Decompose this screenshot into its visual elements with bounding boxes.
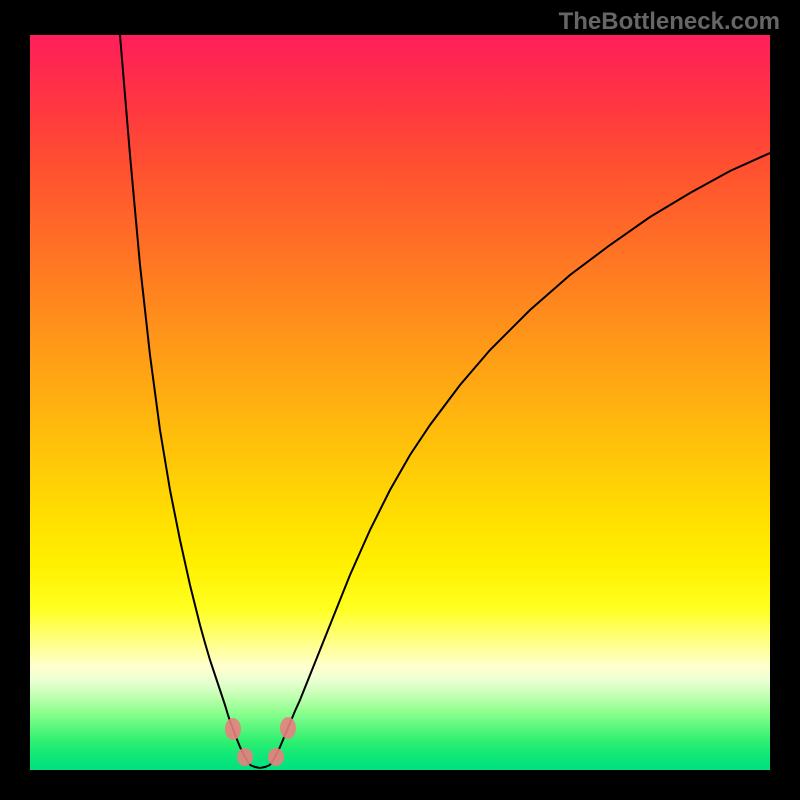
right-curve [270, 153, 770, 765]
watermark-text: TheBottleneck.com [559, 8, 780, 36]
markers-group [225, 717, 296, 766]
marker-dot-1 [280, 717, 296, 739]
chart-svg [30, 35, 770, 770]
marker-dot-3 [268, 748, 284, 766]
left-curve [120, 35, 250, 765]
marker-dot-2 [237, 748, 253, 766]
chart-gradient-background [30, 35, 770, 770]
marker-dot-0 [225, 718, 241, 740]
flat-bottom [250, 765, 270, 768]
